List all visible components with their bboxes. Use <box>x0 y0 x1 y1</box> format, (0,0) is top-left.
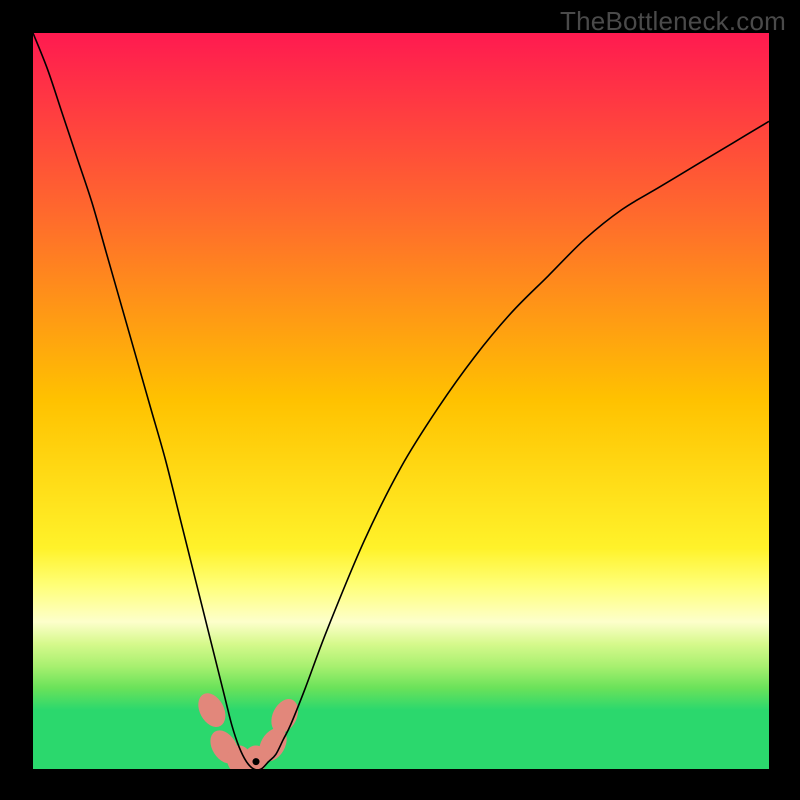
chart-background <box>33 33 769 769</box>
chart-frame: TheBottleneck.com <box>0 0 800 800</box>
watermark-text: TheBottleneck.com <box>560 6 786 37</box>
minimum-point <box>253 758 260 765</box>
bottleneck-chart <box>33 33 769 769</box>
